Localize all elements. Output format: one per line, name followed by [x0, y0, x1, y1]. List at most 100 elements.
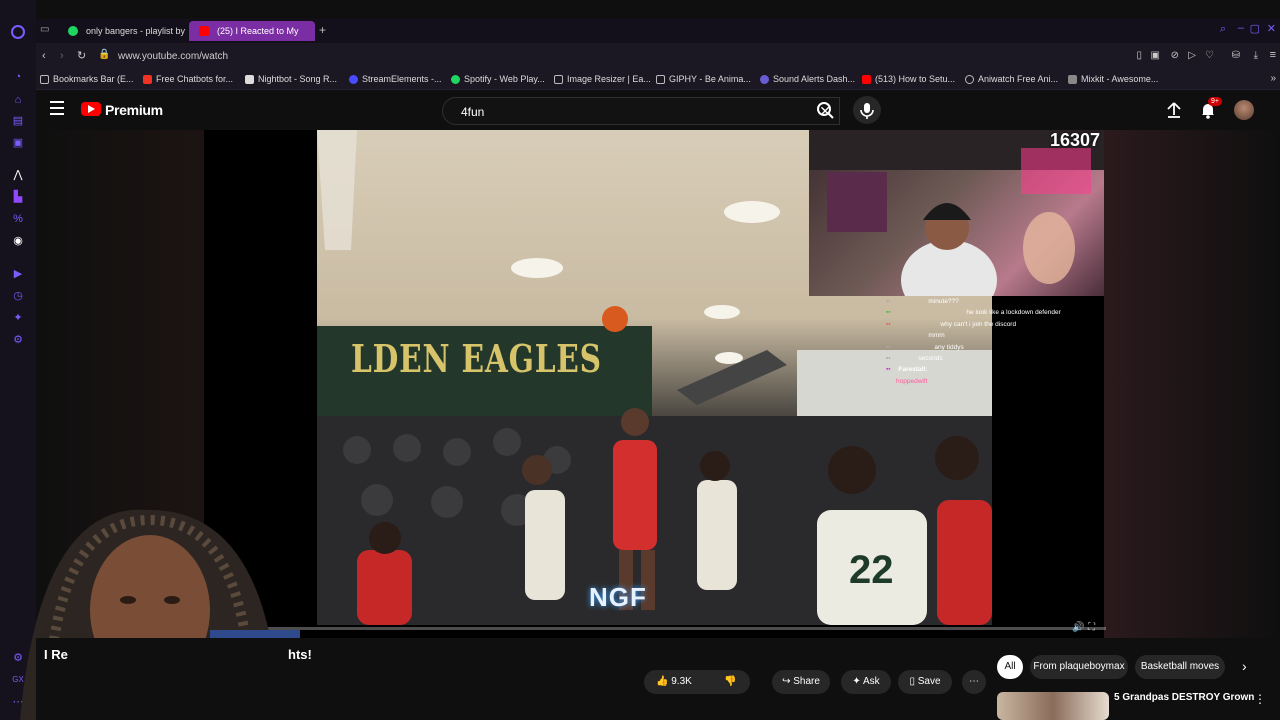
bookmark-item[interactable]: Mixkit - Awesome...	[1068, 74, 1158, 84]
voice-search-button[interactable]	[853, 96, 881, 124]
url-field[interactable]: www.youtube.com/watch	[118, 51, 228, 62]
flow-icon[interactable]: ▣	[10, 135, 26, 151]
search-bar[interactable]: 4fun ✕	[442, 97, 840, 125]
streamelements-icon	[349, 75, 358, 84]
viewer-count: 16307	[1049, 130, 1100, 150]
bookmark-item[interactable]: (513) How to Setu...	[862, 74, 955, 84]
watch-metadata: I Re hts! 👍 9.3K 👎 ↪ Share ✦ Ask ▯ Save …	[36, 638, 1280, 720]
search-button[interactable]	[806, 97, 846, 125]
percent-icon[interactable]: %	[10, 211, 26, 227]
chevron-right-icon[interactable]: ›	[1242, 658, 1247, 674]
youtube-icon	[862, 75, 871, 84]
tab-title: only bangers - playlist by	[86, 26, 186, 36]
dislike-button[interactable]: 👎	[724, 670, 736, 694]
workspace-icon[interactable]: ⌂	[10, 92, 26, 108]
bookmark-item[interactable]: Bookmarks Bar (E...	[40, 74, 134, 84]
heart-icon[interactable]: ♡	[1205, 50, 1214, 61]
lock-icon: 🔒	[98, 49, 111, 60]
tab-menu-icon[interactable]: ▭	[40, 24, 52, 36]
like-button[interactable]: 👍 9.3K	[656, 670, 692, 694]
notes-icon[interactable]: ▤	[10, 113, 26, 129]
back-icon[interactable]: ‹	[42, 50, 46, 62]
maximize-icon[interactable]: ▢	[1250, 22, 1260, 35]
notifications-button[interactable]: 9+	[1198, 97, 1222, 125]
tab-youtube[interactable]: (25) I Reacted to My	[189, 21, 315, 41]
youtube-logo-icon[interactable]	[81, 102, 101, 116]
new-tab-icon[interactable]: +	[319, 23, 326, 37]
ask-button[interactable]: ✦ Ask	[841, 670, 891, 694]
logo-label[interactable]: Premium	[105, 102, 163, 118]
play-icon[interactable]: ▷	[1188, 50, 1196, 61]
streamer-facecam: 16307	[809, 130, 1104, 296]
extensions-icon[interactable]: ✦	[10, 310, 26, 326]
image-icon	[554, 75, 563, 84]
bookmark-icon[interactable]: ▯	[1136, 50, 1142, 61]
gym-banner-text: LDEN EAGLES	[351, 336, 602, 381]
bookmark-item[interactable]: Spotify - Web Play...	[451, 74, 545, 84]
ai-icon[interactable]: ◔	[10, 69, 26, 85]
aniwatch-icon	[965, 75, 974, 84]
tab-spotify[interactable]: only bangers - playlist by	[58, 21, 186, 41]
twitch-icon[interactable]: ▙	[10, 189, 26, 205]
bookmark-item[interactable]: Free Chatbots for...	[143, 74, 233, 84]
bookmark-item[interactable]: Image Resizer | Ea...	[554, 74, 651, 84]
chat-message: ▪▪ why can't i join the discord	[886, 320, 1017, 328]
menu-icon[interactable]: ≡	[1270, 49, 1276, 61]
chip-all[interactable]: All	[997, 655, 1023, 679]
bookmark-item[interactable]: Nightbot - Song R...	[245, 74, 337, 84]
history-icon[interactable]: ◷	[10, 288, 26, 304]
forward-icon[interactable]: ›	[60, 50, 64, 62]
bookmark-item[interactable]: Aniwatch Free Ani...	[965, 74, 1058, 84]
chatbot-icon	[143, 75, 152, 84]
bookmark-item[interactable]: StreamElements -...	[349, 74, 442, 84]
upload-button[interactable]	[1164, 100, 1184, 125]
save-button[interactable]: ▯ Save	[898, 670, 952, 694]
dislike-icon: 👎	[724, 676, 737, 687]
tiktok-icon[interactable]: ⋀	[10, 167, 26, 183]
close-window-icon[interactable]: ✕	[1267, 22, 1276, 35]
bookmark-item[interactable]: Sound Alerts Dash...	[760, 74, 855, 84]
mixkit-icon	[1068, 75, 1077, 84]
folder-icon	[40, 75, 49, 84]
facecam-scene	[809, 130, 1104, 296]
bookmarks-bar: Bookmarks Bar (E... Free Chatbots for...…	[36, 71, 1280, 90]
recommendation-thumbnail[interactable]	[997, 692, 1109, 720]
volume-icon[interactable]: 🔊	[1072, 622, 1084, 633]
video-title-end: hts!	[288, 647, 312, 662]
spotify-icon	[451, 75, 460, 84]
guide-menu-icon[interactable]	[50, 101, 64, 115]
youtube-icon	[199, 26, 209, 36]
more-actions-button[interactable]: ⋯	[962, 670, 986, 694]
snapshot-icon[interactable]: ▣	[1151, 50, 1160, 61]
wallet-icon[interactable]: ⛁	[1232, 50, 1240, 61]
bookmark-item[interactable]: GIPHY - Be Anima...	[656, 74, 751, 84]
search-icon	[817, 102, 834, 119]
opera-logo-icon[interactable]	[10, 24, 26, 40]
search-input[interactable]: 4fun	[461, 105, 484, 119]
player-icon[interactable]: ▶	[10, 266, 26, 282]
youtube-header: Premium 4fun ✕ 9+	[36, 90, 1280, 130]
chip-from-channel[interactable]: From plaqueboymax	[1030, 655, 1128, 679]
share-button[interactable]: ↪ Share	[772, 670, 830, 694]
microphone-icon	[860, 103, 874, 119]
tab-title: (25) I Reacted to My	[217, 26, 299, 36]
more-bookmarks-icon[interactable]: »	[1270, 73, 1276, 84]
recommendation-title[interactable]: 5 Grandpas DESTROY Grown	[1114, 692, 1254, 703]
more-vertical-icon[interactable]: ⋮	[1254, 692, 1266, 706]
upload-icon	[1167, 102, 1181, 118]
save-icon: ▯	[909, 676, 915, 687]
adblock-icon[interactable]: ⊘	[1171, 50, 1179, 61]
like-icon: 👍	[656, 676, 669, 687]
search-tabs-icon[interactable]: ⌕	[1220, 23, 1226, 36]
chat-message: ▪▪ minute???	[886, 298, 959, 305]
avatar[interactable]	[1234, 100, 1254, 120]
settings-icon[interactable]: ⚙	[10, 332, 26, 348]
minimize-icon[interactable]: –	[1238, 22, 1244, 34]
discord-icon[interactable]: ◉	[10, 233, 26, 249]
reload-icon[interactable]: ↻	[77, 49, 86, 62]
chip-basketball-moves[interactable]: Basketball moves	[1135, 655, 1225, 679]
fullscreen-icon[interactable]: ⛶	[1088, 622, 1095, 633]
chat-message: ▪▪ mmm	[886, 332, 945, 340]
download-icon[interactable]: ⤓	[1254, 50, 1258, 61]
chat-message: ▪▪ seconds	[886, 355, 943, 363]
